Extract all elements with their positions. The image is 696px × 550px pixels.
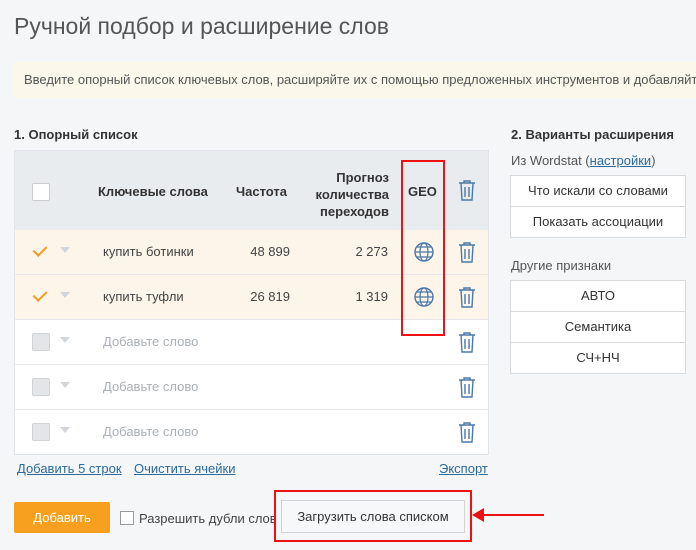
- frequency-cell: 26 819: [250, 289, 290, 304]
- page-title: Ручной подбор и расширение слов: [14, 13, 389, 39]
- instruction-banner: Введите опорный список ключевых слов, ра…: [14, 62, 696, 98]
- trash-icon[interactable]: [458, 286, 476, 308]
- clear-cells-link[interactable]: Очистить ячейки: [134, 461, 235, 476]
- keyword-cell[interactable]: купить ботинки: [103, 244, 194, 259]
- row-checkbox[interactable]: [32, 378, 50, 396]
- trash-icon[interactable]: [458, 331, 476, 353]
- wordstat-settings-link[interactable]: настройки: [590, 153, 652, 168]
- searched-with-words-button[interactable]: Что искали со словами: [511, 176, 685, 207]
- load-list-button[interactable]: Загрузить слова списком: [281, 500, 465, 533]
- keyword-input[interactable]: Добавьте слово: [103, 379, 198, 394]
- forecast-cell: 2 273: [355, 244, 388, 259]
- row-checkbox[interactable]: [32, 333, 50, 351]
- keyword-input[interactable]: Добавьте слово: [103, 334, 198, 349]
- other-options: АВТО Семантика СЧ+НЧ: [510, 280, 686, 374]
- geo-highlight-frame: [401, 160, 445, 336]
- table-row: Добавьте слово: [15, 365, 488, 410]
- row-checkbox[interactable]: [32, 243, 50, 261]
- allow-duplicates-label: Разрешить дубли слов: [139, 511, 277, 526]
- row-checkbox[interactable]: [32, 423, 50, 441]
- trash-icon[interactable]: [458, 421, 476, 443]
- expansion-heading: 2. Варианты расширения: [511, 127, 674, 142]
- reference-list-heading: 1. Опорный список: [14, 127, 138, 142]
- table-row: Добавьте слово: [15, 410, 488, 455]
- wordstat-options: Что искали со словами Показать ассоциаци…: [510, 175, 686, 238]
- chevron-down-icon[interactable]: [60, 382, 70, 388]
- add-button[interactable]: Добавить: [14, 502, 110, 533]
- add-rows-link[interactable]: Добавить 5 строк: [17, 461, 122, 476]
- mid-low-frequency-button[interactable]: СЧ+НЧ: [511, 343, 685, 373]
- chevron-down-icon[interactable]: [60, 292, 70, 298]
- chevron-down-icon[interactable]: [60, 247, 70, 253]
- row-checkbox[interactable]: [32, 288, 50, 306]
- forecast-cell: 1 319: [355, 289, 388, 304]
- trash-icon[interactable]: [458, 241, 476, 263]
- column-frequency[interactable]: Частота: [236, 184, 287, 199]
- checkbox-box[interactable]: [120, 511, 134, 525]
- frequency-cell: 48 899: [250, 244, 290, 259]
- auto-button[interactable]: АВТО: [511, 281, 685, 312]
- column-forecast[interactable]: Прогноз количества переходов: [290, 169, 389, 220]
- chevron-down-icon[interactable]: [60, 427, 70, 433]
- wordstat-source: Из Wordstat (настройки): [511, 153, 656, 168]
- semantics-button[interactable]: Семантика: [511, 312, 685, 343]
- export-link[interactable]: Экспорт: [439, 461, 488, 476]
- select-all-checkbox[interactable]: [32, 183, 50, 201]
- allow-duplicates-checkbox[interactable]: Разрешить дубли слов: [120, 511, 277, 526]
- chevron-down-icon[interactable]: [60, 337, 70, 343]
- keyword-input[interactable]: Добавьте слово: [103, 424, 198, 439]
- other-features-label: Другие признаки: [511, 258, 612, 273]
- arrow-left-icon: [472, 508, 544, 522]
- trash-icon[interactable]: [458, 179, 476, 201]
- trash-icon[interactable]: [458, 376, 476, 398]
- column-keywords[interactable]: Ключевые слова: [98, 184, 208, 199]
- show-associations-button[interactable]: Показать ассоциации: [511, 207, 685, 237]
- keyword-cell[interactable]: купить туфли: [103, 289, 184, 304]
